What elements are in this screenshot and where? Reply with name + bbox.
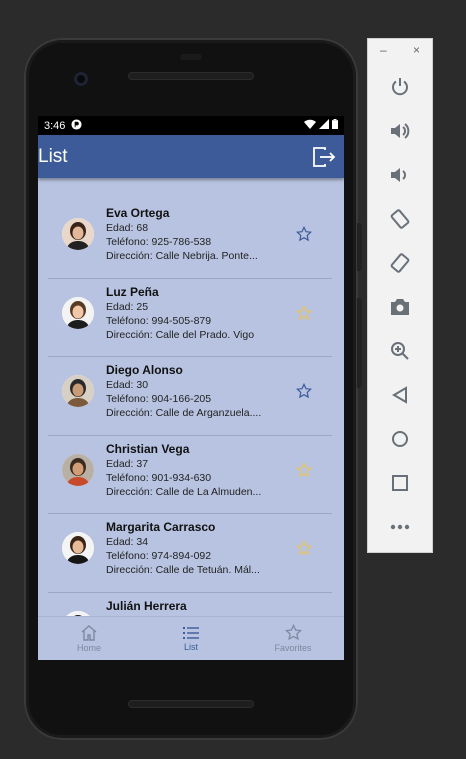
nav-favorites-label: Favorites: [274, 643, 312, 653]
home-circle-icon: [392, 431, 408, 447]
rotate-right-icon: [390, 253, 410, 273]
contact-phone: Teléfono: 994-505-879: [106, 314, 212, 327]
overview-button[interactable]: [380, 463, 420, 503]
phone-screen: 3:46 List Eva Ortega Edad: 68 Teléfono: …: [38, 116, 344, 660]
rotate-left-icon: [390, 209, 410, 229]
contact-age: Edad: 34: [106, 536, 149, 548]
status-time: 3:46: [44, 119, 66, 132]
power-button[interactable]: [380, 67, 420, 107]
home-button[interactable]: [380, 419, 420, 459]
favorite-star-icon[interactable]: [296, 540, 312, 556]
volume-up-button[interactable]: [380, 111, 420, 151]
contact-address: Dirección: Calle del Prado. Vigo: [106, 328, 255, 341]
back-icon: [392, 386, 407, 404]
contact-list-card: Eva Ortega Edad: 68 Teléfono: 925-786-53…: [48, 178, 332, 617]
star-outline-icon[interactable]: [296, 383, 312, 399]
volume-hardware-button: [357, 298, 362, 388]
avatar: [62, 532, 94, 564]
contact-age: Edad: 30: [106, 379, 149, 391]
emulator-control-panel: – ×: [367, 38, 433, 553]
battery-icon: [332, 119, 338, 132]
star-outline-icon: [284, 624, 302, 641]
contact-list-item[interactable]: Diego Alonso Edad: 30 Teléfono: 904-166-…: [48, 357, 332, 436]
app-bar: List: [38, 135, 344, 178]
logout-button[interactable]: [304, 135, 344, 178]
contact-address: Dirección: Calle Nebrija. Ponte...: [106, 250, 258, 262]
favorite-star-icon[interactable]: [296, 304, 312, 321]
more-button[interactable]: [380, 507, 420, 547]
nav-list[interactable]: List: [140, 617, 242, 660]
logout-icon: [313, 146, 336, 167]
contact-list-item[interactable]: Luz Peña Edad: 25 Teléfono: 994-505-879 …: [48, 279, 332, 357]
contact-phone: Teléfono: 901-934-630: [106, 471, 212, 484]
contact-list-item[interactable]: Christian Vega Edad: 37 Teléfono: 901-93…: [48, 436, 332, 514]
front-camera: [74, 72, 88, 86]
phone-frame: 3:46 List Eva Ortega Edad: 68 Teléfono: …: [24, 38, 362, 740]
contact-address: Dirección: Calle de Arganzuela....: [106, 407, 262, 419]
home-icon: [81, 624, 97, 641]
close-button[interactable]: ×: [413, 43, 420, 63]
overview-icon: [392, 475, 408, 491]
contact-list-item[interactable]: Margarita Carrasco Edad: 34 Teléfono: 97…: [48, 514, 332, 593]
power-icon: [392, 78, 408, 96]
volume-down-icon: [391, 168, 406, 182]
nav-favorites[interactable]: Favorites: [242, 617, 344, 660]
avatar: [62, 218, 94, 250]
app-title: List: [38, 145, 68, 167]
nav-list-label: List: [183, 641, 198, 652]
avatar: [62, 375, 94, 407]
zoom-icon: [391, 342, 409, 360]
contact-list-item[interactable]: Eva Ortega Edad: 68 Teléfono: 925-786-53…: [48, 200, 332, 279]
back-button[interactable]: [380, 375, 420, 415]
app-notification-icon: [71, 118, 82, 133]
list-icon: [183, 626, 199, 639]
top-sensor: [180, 54, 202, 60]
wifi-icon: [304, 119, 316, 132]
contact-phone: Teléfono: 925-786-538: [106, 236, 212, 248]
bottom-navigation: Home List Favorites: [38, 616, 344, 660]
minimize-button[interactable]: –: [380, 43, 387, 63]
contact-list-item[interactable]: Julián Herrera Edad: 67: [48, 593, 332, 617]
screenshot-button[interactable]: [380, 287, 420, 327]
camera-icon: [391, 299, 409, 315]
rotate-left-button[interactable]: [380, 199, 420, 239]
power-hardware-button: [357, 223, 362, 271]
status-bar: 3:46: [38, 116, 344, 135]
contact-name: Margarita Carrasco: [106, 520, 216, 534]
contact-age: Edad: 25: [106, 300, 149, 313]
contact-address: Dirección: Calle de La Almuden...: [106, 485, 262, 498]
contact-name: Diego Alonso: [106, 363, 183, 377]
contact-name: Christian Vega: [106, 441, 190, 456]
more-icon: [390, 524, 410, 530]
contact-age: Edad: 37: [106, 457, 149, 470]
avatar: [62, 296, 94, 329]
contact-list[interactable]: Eva Ortega Edad: 68 Teléfono: 925-786-53…: [38, 178, 344, 617]
nav-home[interactable]: Home: [38, 617, 140, 660]
bottom-speaker: [128, 700, 254, 708]
volume-down-button[interactable]: [380, 155, 420, 195]
avatar: [62, 453, 94, 486]
contact-phone: Teléfono: 974-894-092: [106, 550, 212, 562]
contact-name: Eva Ortega: [106, 206, 170, 220]
rotate-right-button[interactable]: [380, 243, 420, 283]
star-outline-icon[interactable]: [296, 226, 312, 242]
volume-up-icon: [391, 123, 410, 139]
contact-age: Edad: 68: [106, 222, 149, 234]
contact-phone: Teléfono: 904-166-205: [106, 393, 212, 405]
signal-icon: [319, 119, 329, 132]
favorite-star-icon[interactable]: [296, 461, 312, 478]
zoom-button[interactable]: [380, 331, 420, 371]
contact-name: Luz Peña: [106, 284, 159, 299]
contact-address: Dirección: Calle de Tetuán. Mál...: [106, 564, 260, 576]
nav-home-label: Home: [76, 642, 101, 653]
contact-name: Julián Herrera: [106, 598, 187, 613]
top-speaker: [128, 72, 254, 80]
